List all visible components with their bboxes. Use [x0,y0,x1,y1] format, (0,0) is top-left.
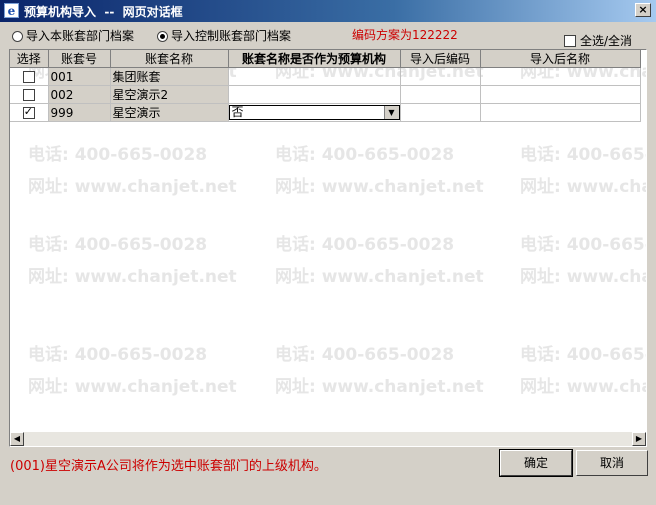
select-all-checkbox[interactable] [564,35,577,47]
as-org-select[interactable]: 否 ▼ [228,105,399,120]
watermark-phone: 电话: 400-665-0028 [520,235,646,255]
row-new-code[interactable] [400,103,481,122]
code-scheme-note: 编码方案为122222 [352,28,458,42]
account-grid: 电话: 400-665-0028 网址: www.chanjet.net 电话: 4… [9,49,647,447]
row-as-org-cell[interactable]: 否 ▼ [228,103,401,122]
radio-import-local[interactable]: 导入本账套部门档案 [12,27,134,44]
watermark-phone: 电话: 400-665-0028 [275,235,455,255]
scroll-left-icon[interactable]: ◀ [10,432,24,446]
row-name: 星空演示 [110,103,229,122]
header-select: 选择 [10,50,49,68]
row-new-code[interactable] [400,67,481,86]
account-table: 选择 账套号 账套名称 账套名称是否作为预算机构 导入后编码 导入后名称 001… [10,50,641,122]
watermark-phone: 电话: 400-665-0028 [275,345,455,365]
status-message: (001)星空演示A公司将作为选中账套部门的上级机构。 [10,459,327,474]
table-row[interactable]: 999 星空演示 否 ▼ [10,103,641,122]
row-checkbox[interactable] [22,70,35,83]
row-code: 002 [48,85,111,104]
radio-import-control[interactable]: 导入控制账套部门档案 [157,27,291,44]
row-select-cell[interactable] [10,67,49,86]
row-new-name[interactable] [480,67,641,86]
ok-button[interactable]: 确定 [499,449,573,477]
as-org-value: 否 [231,105,244,119]
scroll-right-icon[interactable]: ▶ [632,432,646,446]
row-code: 001 [48,67,111,86]
header-name: 账套名称 [110,50,229,68]
row-name: 星空演示2 [110,85,229,104]
chevron-down-icon[interactable]: ▼ [383,106,399,119]
watermark-phone: 电话: 400-665-0028 [520,345,646,365]
radio-control-icon[interactable] [157,31,168,42]
watermark-site: 网址: www.chanjet.net [275,177,484,197]
row-as-org[interactable] [228,85,401,104]
header-new-name: 导入后名称 [480,50,641,68]
title-bar: e 预算机构导入 -- 网页对话框 × [0,0,656,22]
row-new-name[interactable] [480,85,641,104]
watermark-site: 网址: www.chanjet.net [520,377,647,397]
watermark-site: 网址: www.chanjet.net [28,267,237,287]
select-all-toggle[interactable]: 全选/全消 [564,32,632,49]
watermark-phone: 电话: 400-665-0028 [28,345,208,365]
header-new-code: 导入后编码 [400,50,481,68]
header-as-org: 账套名称是否作为预算机构 [228,50,401,68]
radio-local-icon[interactable] [12,31,23,42]
watermark-site: 网址: www.chanjet.net [28,177,237,197]
watermark-site: 网址: www.chanjet.net [275,267,484,287]
row-code: 999 [48,103,111,122]
radio-local-label: 导入本账套部门档案 [26,29,135,43]
watermark-site: 网址: www.chanjet.net [28,377,237,397]
row-select-cell[interactable] [10,85,49,104]
select-all-label: 全选/全消 [579,34,632,48]
table-row[interactable]: 001 集团账套 [10,67,641,86]
header-code: 账套号 [48,50,111,68]
cancel-button[interactable]: 取消 [576,450,648,476]
watermark-phone: 电话: 400-665-0028 [28,235,208,255]
row-new-name[interactable] [480,103,641,122]
ie-icon: e [4,3,19,18]
watermark-phone: 电话: 400-665-0028 [520,145,646,165]
radio-control-label: 导入控制账套部门档案 [171,29,292,43]
row-new-code[interactable] [400,85,481,104]
watermark-site: 网址: www.chanjet.net [520,177,647,197]
watermark-site: 网址: www.chanjet.net [520,267,647,287]
row-checkbox[interactable] [22,88,35,101]
row-as-org[interactable] [228,67,401,86]
watermark-phone: 电话: 400-665-0028 [28,145,208,165]
row-name: 集团账套 [110,67,229,86]
watermark-site: 网址: www.chanjet.net [275,377,484,397]
row-select-cell[interactable] [10,103,49,122]
watermark-phone: 电话: 400-665-0028 [275,145,455,165]
table-header-row: 选择 账套号 账套名称 账套名称是否作为预算机构 导入后编码 导入后名称 [10,50,641,68]
row-checkbox[interactable] [22,105,35,119]
window-title: 预算机构导入 -- 网页对话框 [24,5,183,19]
close-button[interactable]: × [635,3,651,17]
table-row[interactable]: 002 星空演示2 [10,85,641,104]
horizontal-scrollbar[interactable]: ◀ ▶ [10,432,646,446]
